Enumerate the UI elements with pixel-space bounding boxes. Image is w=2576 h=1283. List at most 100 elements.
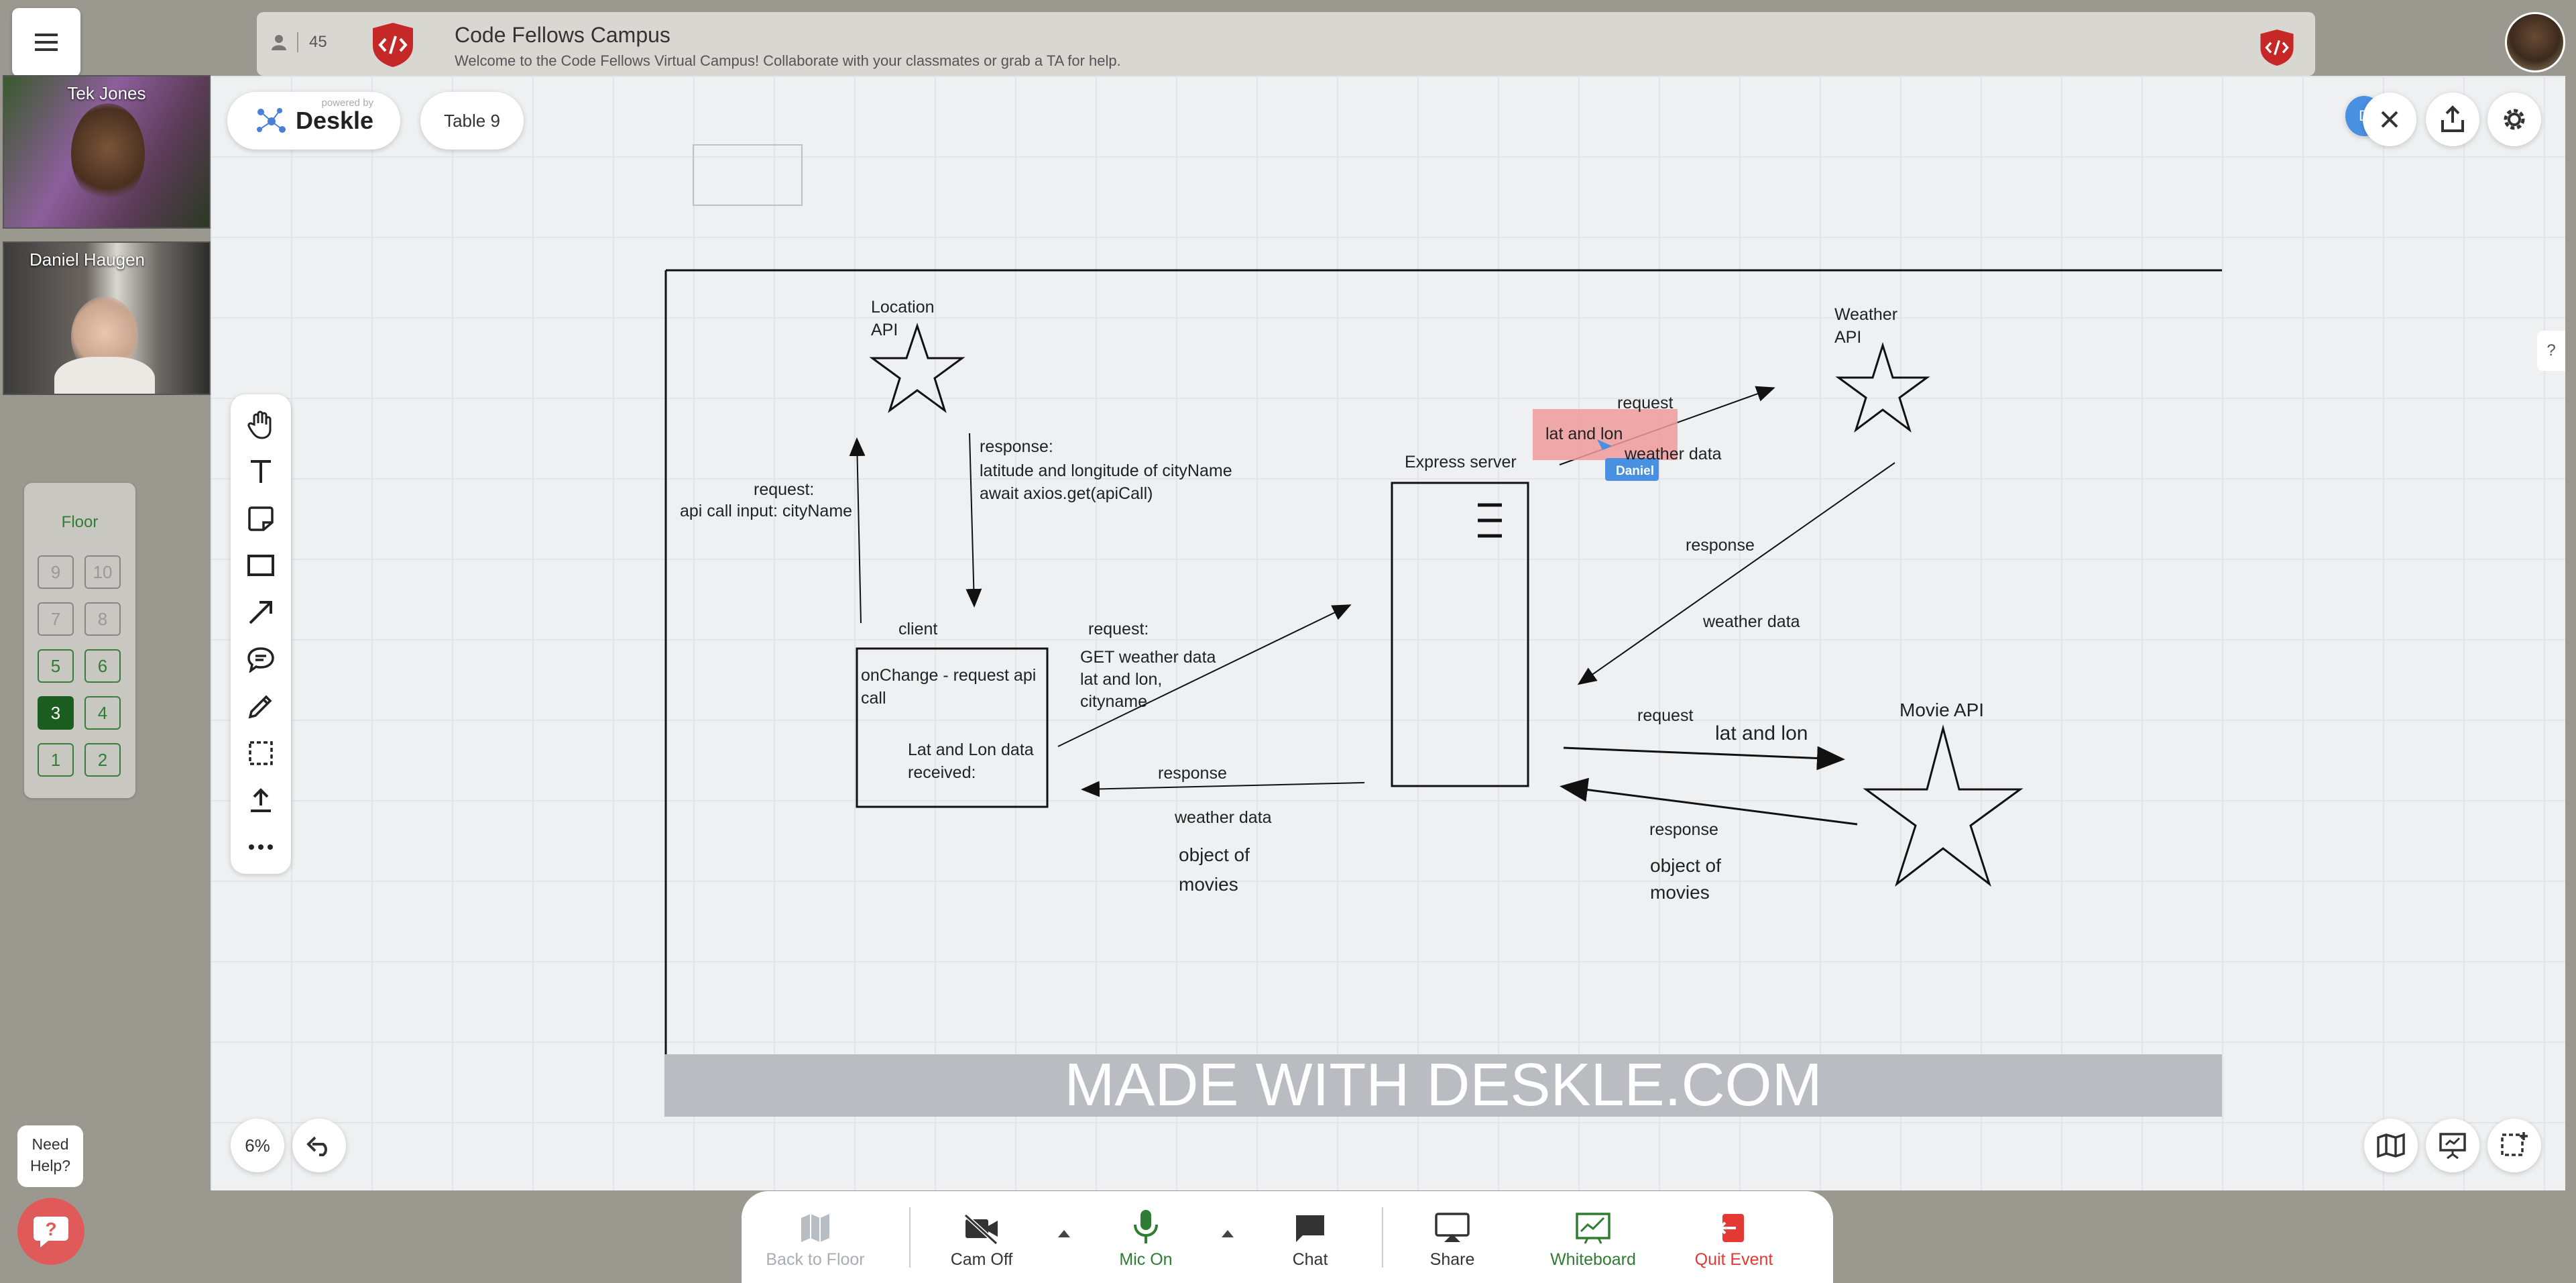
room-3[interactable]: 3 xyxy=(38,696,74,730)
help-button[interactable]: ? xyxy=(17,1198,84,1265)
back-to-floor-label: Back to Floor xyxy=(766,1250,865,1269)
campus-subtitle: Welcome to the Code Fellows Virtual Camp… xyxy=(455,52,1121,69)
weather-data-right-label: weather data xyxy=(1703,612,1800,631)
whiteboard-icon xyxy=(1576,1213,1611,1244)
request-movie-label: request xyxy=(1637,706,1694,725)
need-help-line2: Help? xyxy=(30,1157,71,1174)
mic-on-label: Mic On xyxy=(1119,1250,1173,1269)
quit-event-button[interactable]: Quit Event xyxy=(1684,1205,1784,1270)
floor-title: Floor xyxy=(61,513,99,531)
room-2[interactable]: 2 xyxy=(84,743,121,777)
add-frame-button[interactable] xyxy=(2487,1119,2541,1172)
response-location-label-3: await axios.get(apiCall) xyxy=(980,484,1153,503)
location-api-label-1: Location xyxy=(871,298,935,317)
response-movie-label: response xyxy=(1649,820,1718,839)
movie-api-star xyxy=(1863,724,2024,887)
campus-banner: 45 Code Fellows Campus Welcome to the Co… xyxy=(257,12,2315,76)
svg-text:?: ? xyxy=(45,1219,56,1239)
whiteboard-canvas[interactable]: powered by Deskle Table 9 D ? xyxy=(211,76,2565,1190)
request-city-label-1: request: xyxy=(754,480,815,499)
map-icon xyxy=(801,1214,829,1242)
whiteboard-label: Whiteboard xyxy=(1550,1250,1636,1269)
room-5[interactable]: 5 xyxy=(38,649,74,683)
object-movies-mid-2: movies xyxy=(1179,874,1238,895)
response-mid-label: response xyxy=(1158,764,1227,783)
express-server-label: Express server xyxy=(1405,453,1517,471)
weather-api-label-1: Weather xyxy=(1834,305,1898,324)
request-weather-label-4: cityname xyxy=(1080,692,1148,711)
camera-off-icon xyxy=(963,1213,998,1245)
watermark-text: MADE WITH DESKLE.COM xyxy=(1064,1052,1822,1119)
room-1[interactable]: 1 xyxy=(38,743,74,777)
chat-icon xyxy=(1296,1215,1324,1242)
participant-name: Daniel Haugen xyxy=(30,249,145,270)
room-6[interactable]: 6 xyxy=(84,649,121,683)
client-box-text-2: call xyxy=(861,689,886,708)
client-label: client xyxy=(898,620,938,638)
room-4[interactable]: 4 xyxy=(84,696,121,730)
code-fellows-logo-icon xyxy=(373,23,413,67)
weather-data-top-label: weather data xyxy=(1625,445,1722,463)
request-city-label-2: api call input: cityName xyxy=(680,502,853,520)
video-tile-daniel-haugen[interactable]: Daniel Haugen xyxy=(3,241,211,395)
share-label: Share xyxy=(1429,1250,1475,1269)
code-fellows-shield-icon[interactable] xyxy=(2259,28,2295,67)
request-weather-label-3: lat and lon, xyxy=(1080,670,1163,689)
client-box-text-3: Lat and Lon data xyxy=(908,740,1034,759)
undo-icon xyxy=(306,1136,327,1156)
client-box-text-4: received: xyxy=(908,763,976,782)
participant-count[interactable]: 45 xyxy=(272,32,327,52)
room-7: 7 xyxy=(38,602,74,636)
back-to-floor-button[interactable]: Back to Floor xyxy=(765,1205,866,1270)
map-button[interactable] xyxy=(2364,1119,2418,1172)
zoom-level[interactable]: 6% xyxy=(231,1119,284,1172)
cam-off-button[interactable]: Cam Off xyxy=(931,1205,1032,1270)
diagram-shapes xyxy=(664,144,2222,1117)
participant-name: Tek Jones xyxy=(67,83,146,103)
need-help-line1: Need xyxy=(32,1135,69,1153)
hamburger-icon xyxy=(35,34,58,51)
client-box-text-1: onChange - request api xyxy=(861,666,1037,685)
bottom-control-bar: Back to Floor Cam Off Mic On Chat Share … xyxy=(742,1191,1833,1283)
response-location-label-2: latitude and longitude of cityName xyxy=(980,461,1232,480)
microphone-icon xyxy=(1134,1210,1158,1243)
movie-api-label: Movie API xyxy=(1899,700,1985,720)
room-9: 9 xyxy=(38,555,74,589)
room-10: 10 xyxy=(84,555,121,589)
undo-button[interactable] xyxy=(292,1119,346,1172)
location-api-label-2: API xyxy=(871,321,898,339)
chat-button[interactable]: Chat xyxy=(1260,1205,1360,1270)
chat-label: Chat xyxy=(1292,1250,1328,1269)
mic-on-button[interactable]: Mic On xyxy=(1096,1205,1196,1270)
faint-frame xyxy=(693,144,803,206)
user-avatar[interactable] xyxy=(2505,12,2565,72)
map-icon xyxy=(2377,1133,2405,1158)
sticky-lat-lon-text: lat and lon xyxy=(1545,425,1623,443)
weather-api-star xyxy=(1835,341,1930,433)
presentation-icon xyxy=(2439,1133,2466,1160)
weather-data-mid-label: weather data xyxy=(1175,808,1272,827)
object-movies-right-2: movies xyxy=(1650,882,1710,903)
server-handle-icon xyxy=(1478,503,1502,538)
board-frame xyxy=(664,269,2222,1117)
video-tile-tek-jones[interactable]: Tek Jones xyxy=(3,75,211,229)
need-help-tooltip: Need Help? xyxy=(17,1125,83,1187)
floor-panel: Floor 9 10 7 8 5 6 3 4 1 2 xyxy=(24,483,135,798)
mic-options-caret-icon[interactable] xyxy=(1222,1230,1234,1237)
request-weather-label-2: GET weather data xyxy=(1080,648,1216,667)
whiteboard-button[interactable]: Whiteboard xyxy=(1543,1205,1643,1270)
cam-options-caret-icon[interactable] xyxy=(1058,1230,1070,1237)
person-icon xyxy=(272,35,286,50)
participant-count-value: 45 xyxy=(309,33,327,51)
share-button[interactable]: Share xyxy=(1402,1205,1503,1270)
exit-icon xyxy=(1718,1214,1744,1242)
add-frame-icon xyxy=(2501,1132,2528,1156)
campus-title: Code Fellows Campus xyxy=(455,23,670,47)
presentation-button[interactable] xyxy=(2426,1119,2479,1172)
response-weather-label: response xyxy=(1686,536,1755,555)
weather-api-label-2: API xyxy=(1834,328,1862,347)
object-movies-mid-1: object of xyxy=(1179,844,1250,865)
quit-event-label: Quit Event xyxy=(1694,1250,1773,1269)
menu-button[interactable] xyxy=(12,8,80,76)
cam-off-label: Cam Off xyxy=(950,1250,1013,1269)
